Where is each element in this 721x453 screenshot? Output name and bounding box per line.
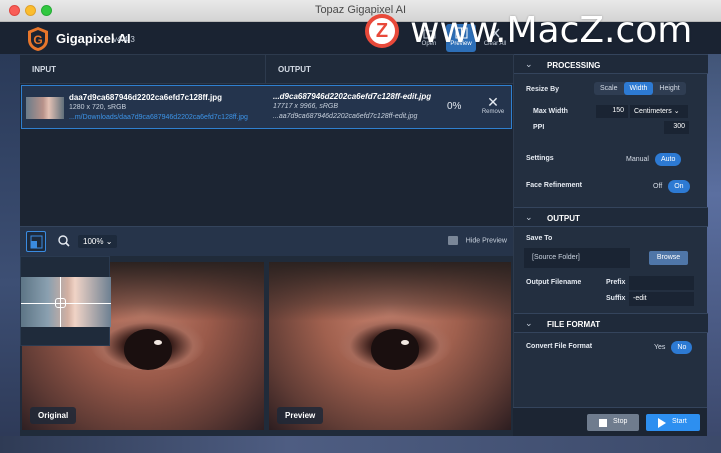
file-format-section-header[interactable]: ⌄ FILE FORMAT: [514, 313, 708, 333]
output-path: ...aa7d9ca687946d2202ca6efd7c128ff-edit.…: [273, 113, 418, 120]
action-footer: Stop Start: [513, 407, 707, 436]
column-output: OUTPUT: [278, 65, 311, 74]
browse-button[interactable]: Browse: [649, 251, 688, 265]
eye-highlight: [153, 340, 162, 346]
image-shadow: [269, 262, 511, 321]
output-filename-label: Output Filename: [526, 279, 582, 286]
hide-preview-label: Hide Preview: [465, 237, 507, 245]
table-header: INPUT OUTPUT: [20, 54, 513, 84]
resize-width-option[interactable]: Width: [623, 82, 654, 95]
crosshair-horizontal: [21, 303, 111, 304]
chevron-down-icon: ⌄: [525, 212, 533, 222]
close-icon: ✕: [487, 94, 499, 110]
input-thumbnail: [26, 97, 64, 119]
eye-iris: [123, 329, 173, 370]
ppi-label: PPI: [533, 124, 545, 131]
start-label: Start: [672, 418, 687, 425]
input-dimensions: 1280 x 720, sRGB: [69, 104, 127, 111]
settings-auto-option[interactable]: Auto: [654, 153, 682, 166]
processing-title: PROCESSING: [547, 61, 601, 70]
watermark-text: www.MacZ.com: [410, 10, 693, 51]
face-off-option[interactable]: Off: [647, 180, 668, 193]
file-table: INPUT OUTPUT daa7d9ca687946d2202ca6efd7c…: [20, 54, 513, 226]
input-filename: daa7d9ca687946d2202ca6efd7c128ff.jpg: [69, 93, 222, 102]
zoom-select[interactable]: 100% ⌄: [78, 235, 118, 248]
face-refinement-toggle: Off On: [647, 180, 690, 193]
zoom-value: 100%: [83, 237, 104, 246]
settings-label: Settings: [526, 155, 554, 162]
play-icon: [658, 418, 666, 428]
watermark-logo: Z: [365, 14, 399, 48]
gigapixel-logo-icon: G: [28, 27, 48, 51]
app-version: v4.4.3: [113, 35, 135, 44]
save-to-field[interactable]: [Source Folder]: [524, 248, 630, 268]
output-section-header[interactable]: ⌄ OUTPUT: [514, 207, 708, 227]
settings-manual-option[interactable]: Manual: [620, 153, 655, 166]
eye-highlight: [400, 340, 409, 346]
settings-toggle: Manual Auto: [620, 153, 682, 166]
preview-label: Preview: [277, 407, 324, 424]
file-format-title: FILE FORMAT: [547, 320, 601, 329]
input-path-link[interactable]: ...m/Downloads/daa7d9ca687946d2202ca6efd…: [69, 114, 248, 121]
preview-pane[interactable]: Preview: [269, 262, 511, 430]
desktop-background: [707, 22, 721, 453]
resize-scale-option[interactable]: Scale: [594, 82, 624, 95]
settings-panel: ⌄ PROCESSING Resize By Scale Width Heigh…: [513, 54, 708, 436]
suffix-input[interactable]: -edit: [629, 292, 694, 306]
original-label: Original: [30, 407, 77, 424]
remove-button[interactable]: ✕ Remove: [480, 95, 506, 115]
progress-percent: 0%: [447, 101, 462, 112]
chevron-down-icon: ⌄: [105, 237, 113, 246]
prefix-input[interactable]: [629, 276, 694, 290]
stop-label: Stop: [613, 418, 628, 425]
navigator-minimap[interactable]: [20, 256, 111, 346]
resize-by-label: Resize By: [526, 86, 560, 93]
face-on-option[interactable]: On: [668, 180, 690, 193]
suffix-label: Suffix: [606, 295, 626, 302]
convert-format-label: Convert File Format: [526, 343, 593, 350]
convert-no-option[interactable]: No: [671, 341, 693, 354]
output-dimensions: 17717 x 9966, sRGB: [273, 103, 338, 110]
processing-section-header[interactable]: ⌄ PROCESSING: [514, 54, 708, 74]
max-width-input[interactable]: 150: [596, 105, 628, 118]
table-row[interactable]: daa7d9ca687946d2202ca6efd7c128ff.jpg 128…: [21, 85, 512, 129]
face-refinement-label: Face Refinement: [526, 182, 583, 189]
column-input: INPUT: [32, 65, 56, 74]
chevron-down-icon: ⌄: [525, 59, 533, 69]
chevron-down-icon: ⌄: [673, 108, 680, 115]
output-title: OUTPUT: [547, 214, 580, 223]
minimap-image: [21, 277, 111, 327]
output-filename: ...d9ca687946d2202ca6efd7c128ff-edit.jpg: [273, 92, 432, 101]
hide-preview-icon: [447, 236, 458, 245]
desktop-background-left: [0, 54, 20, 436]
unit-select[interactable]: Centimeters ⌄: [630, 105, 688, 118]
stop-icon: [599, 419, 607, 427]
split-view-button[interactable]: [26, 231, 46, 252]
prefix-label: Prefix: [606, 279, 626, 286]
unit-value: Centimeters: [634, 108, 672, 115]
hide-preview-button[interactable]: Hide Preview: [447, 236, 507, 245]
svg-text:G: G: [33, 33, 42, 47]
ppi-input[interactable]: 300: [664, 121, 689, 134]
convert-yes-option[interactable]: Yes: [648, 341, 671, 354]
resize-height-option[interactable]: Height: [653, 82, 685, 95]
resize-by-toggle: Scale Width Height: [594, 82, 686, 95]
convert-format-toggle: Yes No: [648, 341, 693, 354]
chevron-down-icon: ⌄: [525, 318, 533, 328]
desktop-dock-area: [0, 436, 721, 453]
zoom-icon[interactable]: [58, 235, 70, 247]
remove-label: Remove: [481, 109, 505, 115]
crosshair-handle[interactable]: [55, 298, 66, 308]
eye-iris: [370, 329, 420, 370]
column-divider: [265, 55, 266, 83]
save-to-label: Save To: [526, 235, 553, 242]
max-width-label: Max Width: [533, 108, 568, 115]
stop-button[interactable]: Stop: [587, 414, 639, 431]
start-button[interactable]: Start: [646, 414, 700, 431]
split-view-icon: [30, 235, 43, 249]
preview-toolbar: 100% ⌄ Hide Preview: [20, 226, 513, 256]
